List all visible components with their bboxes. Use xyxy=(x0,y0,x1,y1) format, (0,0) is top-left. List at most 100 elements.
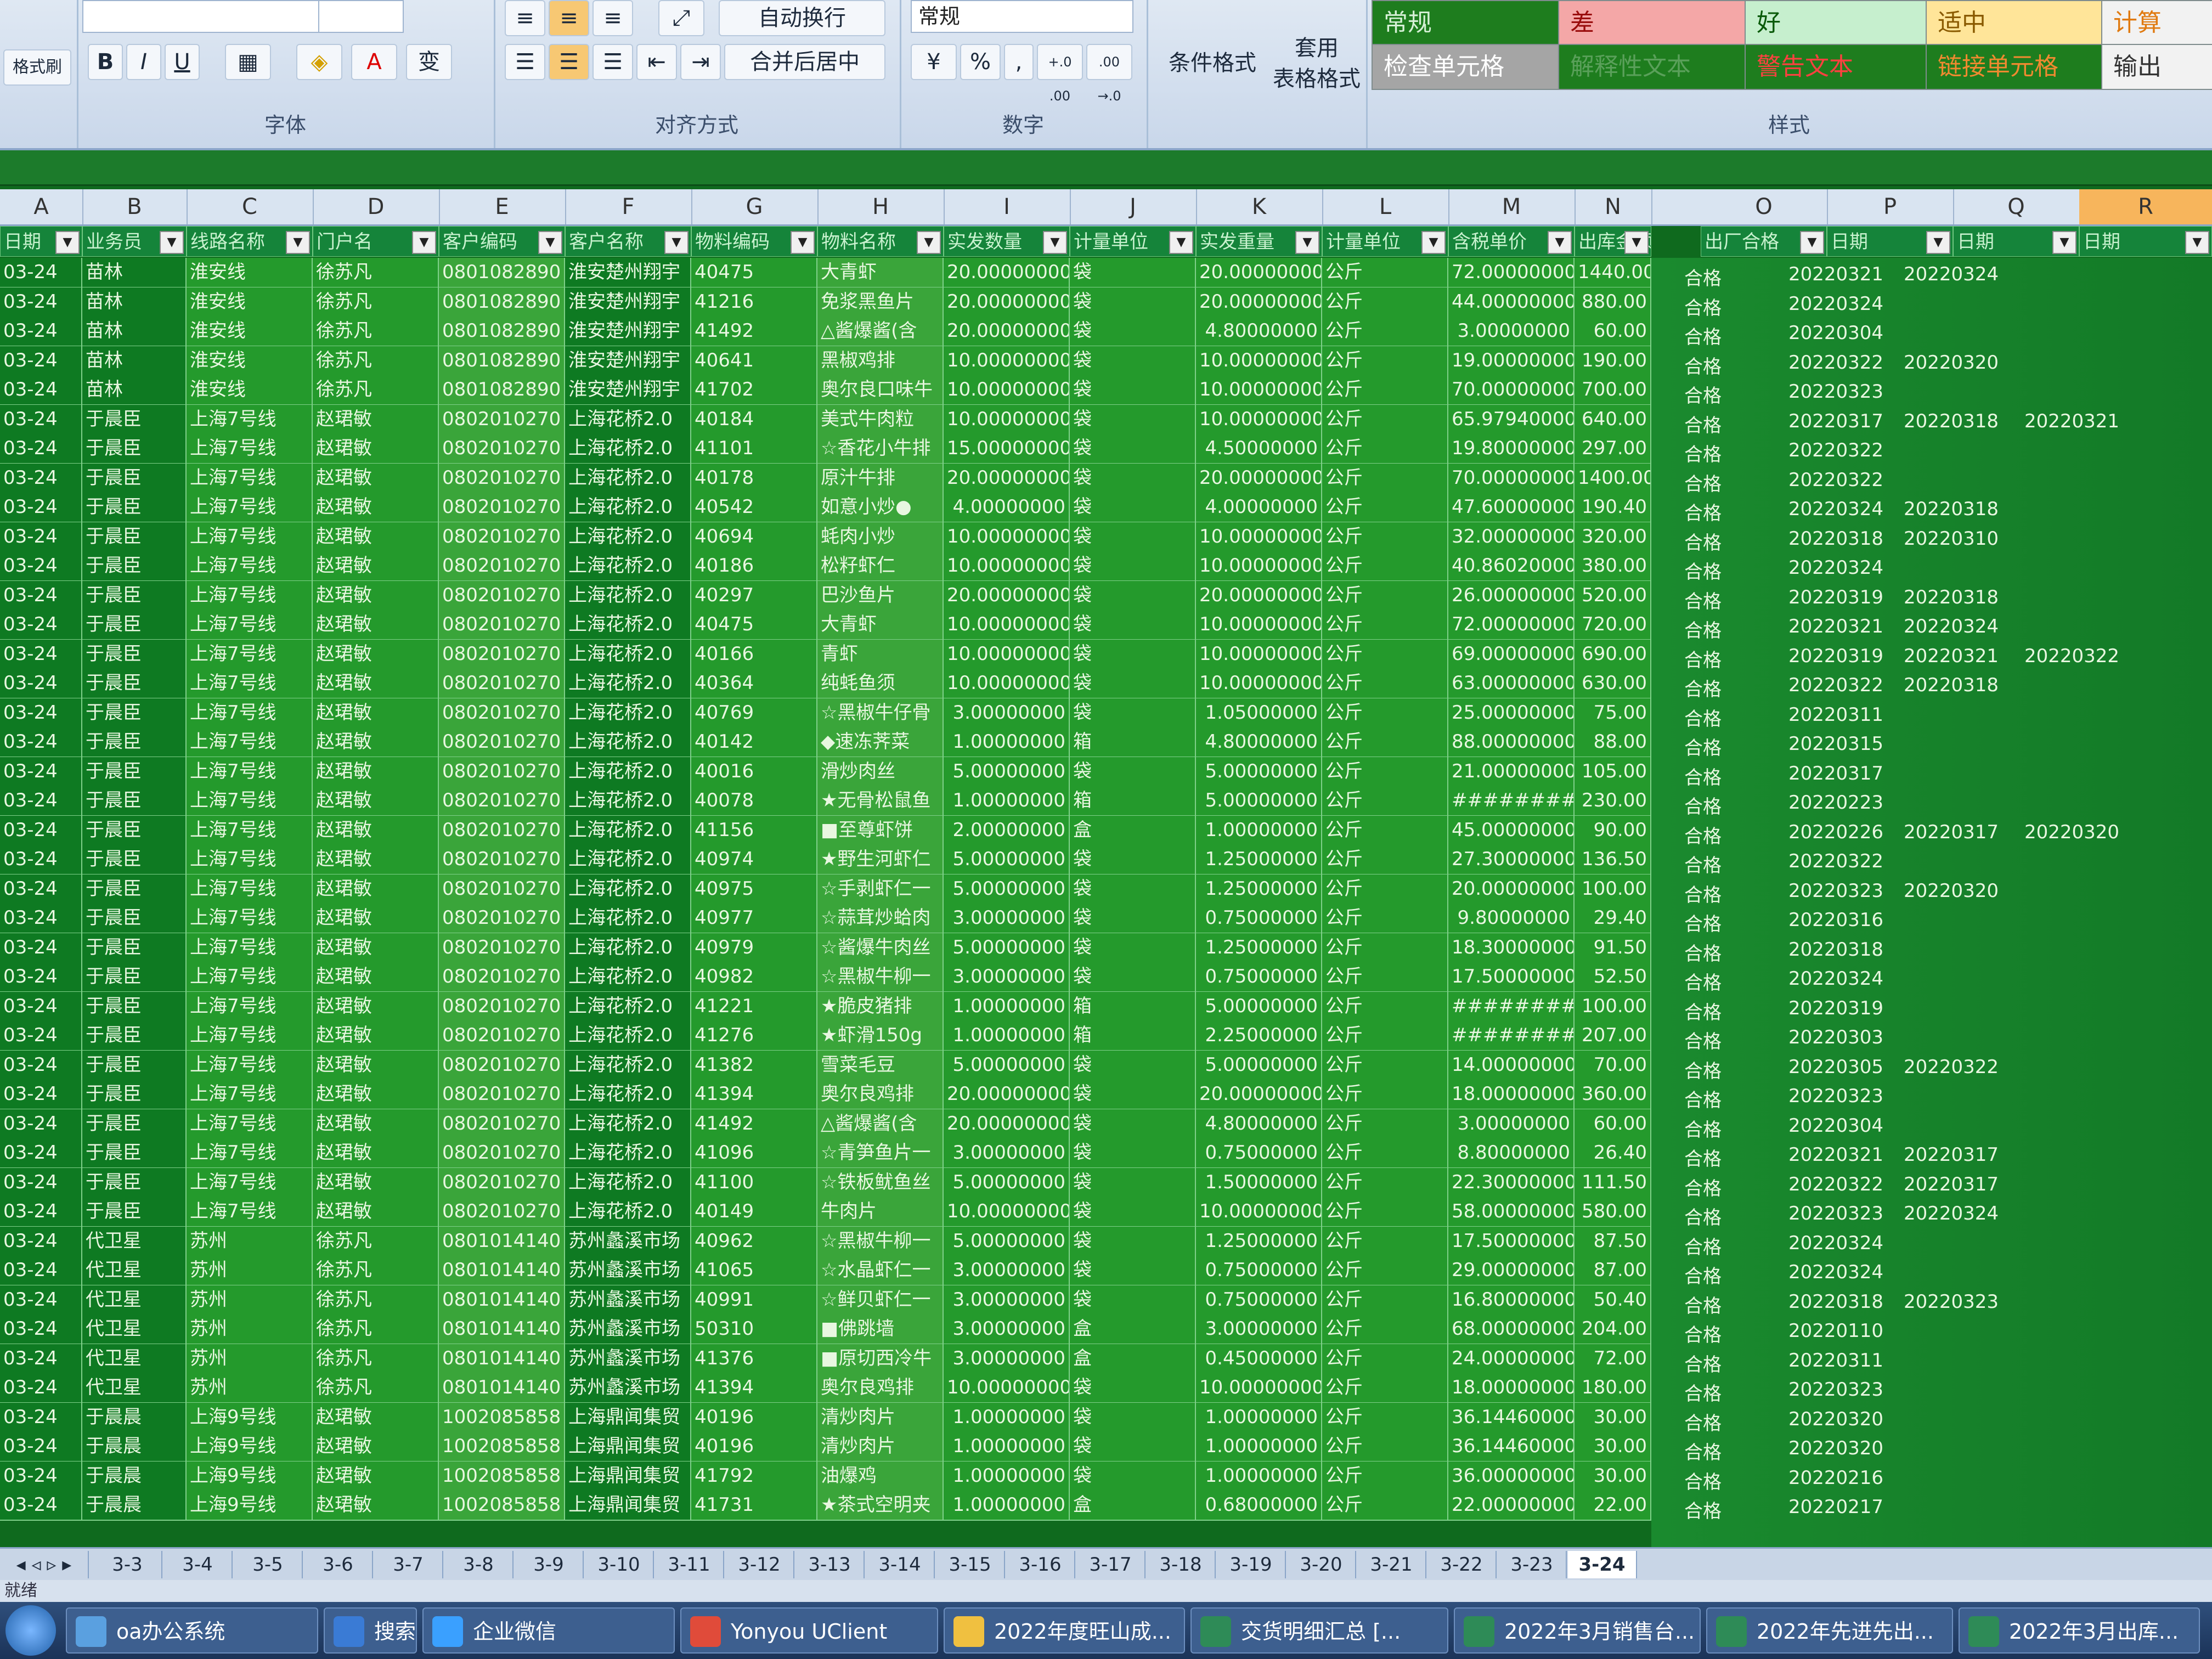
right-cell[interactable]: 20220304 xyxy=(1788,322,1883,344)
cell[interactable]: 19.80000000 xyxy=(1448,434,1575,464)
cell[interactable]: 3.00000000 xyxy=(944,698,1070,729)
cell[interactable]: 1002085858 xyxy=(439,1491,565,1521)
cell[interactable]: 17.50000000 xyxy=(1448,1226,1575,1257)
table-row[interactable]: 03-24 于晨臣 上海7号线 赵珺敏 0802010270 上海花桥2.0 41096 ☆青… xyxy=(0,1138,1651,1169)
right-cell[interactable]: 合格 xyxy=(1684,1115,1722,1142)
cell[interactable]: 100.00 xyxy=(1575,991,1651,1022)
cell[interactable]: ★虾滑150g xyxy=(817,1021,944,1051)
cell[interactable]: 淮安楚州翔宇 xyxy=(565,346,691,376)
cell[interactable]: 41276 xyxy=(691,1021,817,1051)
cell[interactable]: 上海花桥2.0 xyxy=(565,845,691,875)
cell[interactable]: 袋 xyxy=(1070,522,1196,552)
cell[interactable]: 于晨臣 xyxy=(82,434,187,464)
cell[interactable]: 盒 xyxy=(1070,1344,1196,1374)
cell[interactable]: 8.80000000 xyxy=(1448,1138,1575,1169)
cell[interactable]: 上海花桥2.0 xyxy=(565,522,691,552)
cell[interactable]: 赵珺敏 xyxy=(313,1402,439,1433)
cell[interactable]: 代卫星 xyxy=(82,1226,187,1257)
cell[interactable]: 10.00000000 xyxy=(1196,669,1322,699)
cell[interactable]: 袋 xyxy=(1070,610,1196,640)
right-cell[interactable]: 20220320 xyxy=(1904,352,1999,374)
cell[interactable]: 03-24 xyxy=(0,1402,82,1433)
sheet-tab[interactable]: 3-13 xyxy=(795,1551,865,1578)
cell[interactable]: 上海7号线 xyxy=(187,1021,313,1051)
cell[interactable]: 72.00 xyxy=(1575,1344,1651,1374)
cell[interactable]: 18.30000000 xyxy=(1448,933,1575,963)
right-cell[interactable]: 20220322 xyxy=(1904,1056,1999,1078)
cell[interactable]: 上海7号线 xyxy=(187,1050,313,1081)
cell[interactable]: 上海花桥2.0 xyxy=(565,962,691,992)
right-cell[interactable]: 合格 xyxy=(1684,997,1722,1024)
cell[interactable]: 于晨臣 xyxy=(82,991,187,1022)
cell[interactable]: 公斤 xyxy=(1322,1021,1448,1051)
cell[interactable]: 40979 xyxy=(691,933,817,963)
cell[interactable]: 20.00000000 xyxy=(1196,287,1322,318)
cell[interactable]: 代卫星 xyxy=(82,1256,187,1286)
cell[interactable]: 于晨臣 xyxy=(82,904,187,934)
cell[interactable]: 上海花桥2.0 xyxy=(565,874,691,905)
phonetic-button[interactable]: 变 xyxy=(406,44,452,80)
align-top-icon[interactable]: ≡ xyxy=(505,0,545,36)
cell[interactable]: 徐苏凡 xyxy=(313,346,439,376)
cell-style-4[interactable]: 计算 xyxy=(2101,0,2212,46)
right-cell[interactable]: 合格 xyxy=(1684,1144,1722,1171)
cell[interactable]: 盒 xyxy=(1070,1491,1196,1521)
cell[interactable]: ◆速冻荠菜 xyxy=(817,727,944,758)
right-cell[interactable]: 合格 xyxy=(1684,645,1722,672)
right-cell[interactable]: 20220223 xyxy=(1788,792,1883,814)
cell-style-8[interactable]: 链接单元格 xyxy=(1926,44,2109,90)
cell[interactable]: 原汁牛排 xyxy=(817,463,944,494)
cell[interactable]: 如意小炒● xyxy=(817,493,944,523)
cell[interactable]: 0802010270 xyxy=(439,639,565,670)
cell[interactable]: 0802010270 xyxy=(439,1197,565,1227)
right-cell[interactable]: 合格 xyxy=(1684,1467,1722,1494)
cell[interactable]: 上海鼎闻集贸 xyxy=(565,1432,691,1462)
cell[interactable]: 袋 xyxy=(1070,698,1196,729)
right-cell[interactable]: 合格 xyxy=(1684,586,1722,613)
cell[interactable]: 41731 xyxy=(691,1491,817,1521)
cell[interactable]: 赵珺敏 xyxy=(313,904,439,934)
filter-dropdown-icon[interactable]: ▼ xyxy=(1043,231,1067,254)
cell[interactable]: 公斤 xyxy=(1322,904,1448,934)
cell[interactable]: 03-24 xyxy=(0,522,82,552)
cell[interactable]: 赵珺敏 xyxy=(313,845,439,875)
cell[interactable]: 0801082890 xyxy=(439,346,565,376)
cell[interactable]: 袋 xyxy=(1070,1050,1196,1081)
cell[interactable]: 公斤 xyxy=(1322,317,1448,347)
cell[interactable]: 徐苏凡 xyxy=(313,1256,439,1286)
cell[interactable]: 10.00000000 xyxy=(944,522,1070,552)
cell[interactable]: 雪菜毛豆 xyxy=(817,1050,944,1081)
start-button-icon[interactable] xyxy=(5,1605,56,1656)
taskbar-item[interactable]: 交货明细汇总 [... xyxy=(1190,1607,1448,1654)
right-cell[interactable]: 20220318 xyxy=(1904,586,1999,608)
cell[interactable]: 大青虾 xyxy=(817,258,944,288)
cell[interactable]: 3.00000000 xyxy=(944,962,1070,992)
right-cell[interactable]: 合格 xyxy=(1684,1261,1722,1288)
cell[interactable]: 袋 xyxy=(1070,346,1196,376)
cell-style-7[interactable]: 警告文本 xyxy=(1745,44,1933,90)
right-cell[interactable]: 合格 xyxy=(1684,263,1722,290)
right-cell[interactable]: 合格 xyxy=(1684,1026,1722,1053)
cell[interactable]: 盒 xyxy=(1070,1314,1196,1345)
cell[interactable]: 40975 xyxy=(691,874,817,905)
cell-style-9[interactable]: 输出 xyxy=(2101,44,2212,90)
right-cell[interactable]: 合格 xyxy=(1684,880,1722,907)
cell[interactable]: 公斤 xyxy=(1322,1109,1448,1139)
cell[interactable]: 03-24 xyxy=(0,1491,82,1521)
cell[interactable]: 25.00000000 xyxy=(1448,698,1575,729)
cell[interactable]: 赵珺敏 xyxy=(313,698,439,729)
right-cell[interactable]: 20220322 xyxy=(1788,674,1883,696)
cell[interactable]: 徐苏凡 xyxy=(313,375,439,405)
cell[interactable]: 0802010270 xyxy=(439,522,565,552)
cell[interactable]: 41065 xyxy=(691,1256,817,1286)
cell[interactable]: 苏州蠡溪市场 xyxy=(565,1373,691,1403)
cell[interactable]: △酱爆酱(含 xyxy=(817,1109,944,1139)
cell[interactable]: 于晨臣 xyxy=(82,815,187,846)
cell[interactable]: 赵珺敏 xyxy=(313,815,439,846)
cell[interactable]: 上海7号线 xyxy=(187,493,313,523)
right-cell[interactable]: 20220324 xyxy=(1788,968,1883,990)
column-header-L[interactable]: L xyxy=(1322,189,1449,224)
cell[interactable]: 于晨臣 xyxy=(82,698,187,729)
cell[interactable]: 清炒肉片 xyxy=(817,1432,944,1462)
cell[interactable]: 0802010270 xyxy=(439,493,565,523)
